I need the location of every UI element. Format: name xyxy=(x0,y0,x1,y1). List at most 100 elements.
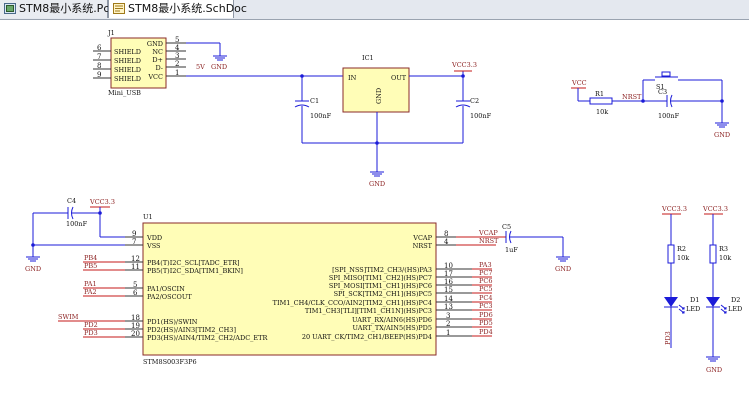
net-label: PD2 xyxy=(84,321,98,329)
j1-pin-number: 2 xyxy=(175,60,179,68)
net-label: SWIM xyxy=(58,313,79,321)
gnd-label: GND xyxy=(714,131,730,139)
ground-symbol xyxy=(370,171,384,177)
d1-led[interactable] xyxy=(664,297,685,314)
ground-symbol xyxy=(556,256,570,262)
net-label: PD3 xyxy=(84,329,98,337)
d2-led[interactable] xyxy=(706,297,727,314)
j1-pin-number: 6 xyxy=(97,44,102,52)
tab-label: STM8最小系统.SchDoc xyxy=(128,2,247,15)
net-label: PA2 xyxy=(84,288,97,296)
c2-ref: C2 xyxy=(470,97,479,105)
d2-led-label: LED xyxy=(728,305,742,313)
u1-pin-label: UART_RX/AIN6(HS)PD6 xyxy=(352,316,432,324)
gnd-label: GND xyxy=(211,63,227,71)
j1-pin-number: 5 xyxy=(175,36,179,44)
c1-ref: C1 xyxy=(310,97,319,105)
j1-pin-number: 7 xyxy=(97,53,101,61)
c4-ref: C4 xyxy=(67,197,76,205)
u1-pin-number: 3 xyxy=(446,312,450,320)
tab-schematic-document[interactable]: STM8最小系统.SchDoc xyxy=(108,0,247,18)
u1-pin-label: VCAP xyxy=(412,234,432,242)
u1-pin-label: SPI_MISO[TIM1_CH2](HS)PC7 xyxy=(329,274,432,282)
j1-pin-label: SHIELD xyxy=(114,48,141,56)
r1-ref: R1 xyxy=(595,90,604,98)
vcc33-label: VCC3.3 xyxy=(702,205,728,213)
gnd-label: GND xyxy=(706,366,722,374)
net-label: PC5 xyxy=(479,285,492,293)
u1-pin-label: SPI_SCK[TIM2_CH1](HS)PC5 xyxy=(334,290,432,298)
u1-pin-number: 6 xyxy=(133,289,138,297)
r3-ref: R3 xyxy=(719,245,728,253)
u1-pin-number: 20 xyxy=(131,330,140,338)
j1-pin-label: SHIELD xyxy=(114,75,141,83)
pd3-net-label: PD3 xyxy=(664,331,672,345)
j1-pin-number: 8 xyxy=(97,62,101,70)
j1-pin-label: D- xyxy=(155,64,163,72)
net-label: PB4 xyxy=(84,254,97,262)
j1-pin-number: 4 xyxy=(175,44,180,52)
net-label: PC7 xyxy=(479,269,492,277)
r1-resistor[interactable] xyxy=(589,97,613,105)
u1-pin-number: 9 xyxy=(132,230,136,238)
net-label: PD4 xyxy=(479,328,493,336)
u1-pin-number: 12 xyxy=(131,255,140,263)
j1-pin-label: VCC xyxy=(147,73,163,81)
j1-pin-label: SHIELD xyxy=(114,57,141,65)
pcb-doc-icon xyxy=(4,3,16,14)
u1-pin-label: 20 UART_CK/TIM2_CH1/BEEP(HS)PD4 xyxy=(302,333,432,341)
j1-pin-label: SHIELD xyxy=(114,66,141,74)
u1-pin-label: PB5(T)I2C_SDA[TIM1_BKIN] xyxy=(147,267,243,275)
ic1-regulator[interactable]: IC1 IN OUT GND xyxy=(342,54,410,113)
u1-pin-number: 19 xyxy=(131,322,140,330)
u1-pin-number: 4 xyxy=(444,238,449,246)
u1-pin-number: 18 xyxy=(131,314,140,322)
net-label: PD5 xyxy=(479,319,493,327)
tab-pcb-document[interactable]: STM8最小系统.PcbDoc xyxy=(0,0,138,18)
j1-pin-label: GND xyxy=(147,40,163,48)
r3-resistor[interactable] xyxy=(709,244,717,264)
j1-mini-usb-connector[interactable]: J1 SHIELD SHIELD SHIELD SHIELD 6 7 8 9 G… xyxy=(93,29,186,97)
r3-value: 10k xyxy=(719,254,731,262)
nrst-net-label: NRST xyxy=(479,237,499,245)
net-label: PA3 xyxy=(479,261,492,269)
net-label: PC4 xyxy=(479,294,492,302)
u1-pin-number: 5 xyxy=(133,281,137,289)
j1-pin-number: 1 xyxy=(175,69,179,77)
c3-ref: C3 xyxy=(658,88,667,96)
u1-pin-label: TIM1_CH3[TLI][TIM1_CH1N](HS)PC3 xyxy=(305,307,432,315)
gnd-label: GND xyxy=(555,265,571,273)
net-label: PD6 xyxy=(479,311,493,319)
schematic-canvas[interactable]: J1 SHIELD SHIELD SHIELD SHIELD 6 7 8 9 G… xyxy=(0,19,749,400)
u1-ref: U1 xyxy=(143,213,153,221)
c3-value: 100nF xyxy=(658,112,680,120)
net-label: PB5 xyxy=(84,262,97,270)
c5-value: 1uF xyxy=(505,246,518,254)
gnd-label: GND xyxy=(25,265,41,273)
j1-pin-label: NC xyxy=(152,48,163,56)
document-tab-bar: STM8最小系统.PcbDoc STM8最小系统.SchDoc xyxy=(0,0,749,20)
u1-pin-number: 14 xyxy=(444,295,453,303)
u1-pin-label: VSS xyxy=(146,242,161,250)
u1-pin-label: [SPI_NSS]TIM2_CH3/(HS)PA3 xyxy=(332,266,432,274)
vcc33-label: VCC3.3 xyxy=(451,61,477,69)
u1-mcu[interactable]: U1 STM8S003F3P6 9 7 VDD VSS 8 4 VCAP NRS… xyxy=(125,213,472,366)
c4-value: 100nF xyxy=(66,220,88,228)
vcap-net-label: VCAP xyxy=(478,229,498,237)
ground-symbol xyxy=(26,256,40,262)
u1-pin-label: TIM1_CH4/CLK_CCO/AIN2[TIM2_CH1](HS)PC4 xyxy=(273,299,432,307)
ic1-in-label: IN xyxy=(348,74,357,82)
j1-pin-number: 3 xyxy=(175,52,179,60)
net-label: PC3 xyxy=(479,302,492,310)
vcc33-label: VCC3.3 xyxy=(89,198,115,206)
vcc33-label: VCC3.3 xyxy=(661,205,687,213)
j1-ref: J1 xyxy=(107,29,115,37)
r2-resistor[interactable] xyxy=(667,244,675,264)
u1-pin-label: PA1/OSCIN xyxy=(147,285,185,293)
ground-symbol xyxy=(715,122,729,128)
s1-push-button[interactable] xyxy=(655,71,678,78)
c2-value: 100nF xyxy=(470,112,492,120)
u1-pin-label: SPI_MOSI[TIM1_CH1](HS)PC6 xyxy=(329,282,432,290)
u1-pin-number: 15 xyxy=(444,286,453,294)
u1-pin-label: PD2(HS)/AIN3[TIM2_CH3] xyxy=(147,326,236,334)
